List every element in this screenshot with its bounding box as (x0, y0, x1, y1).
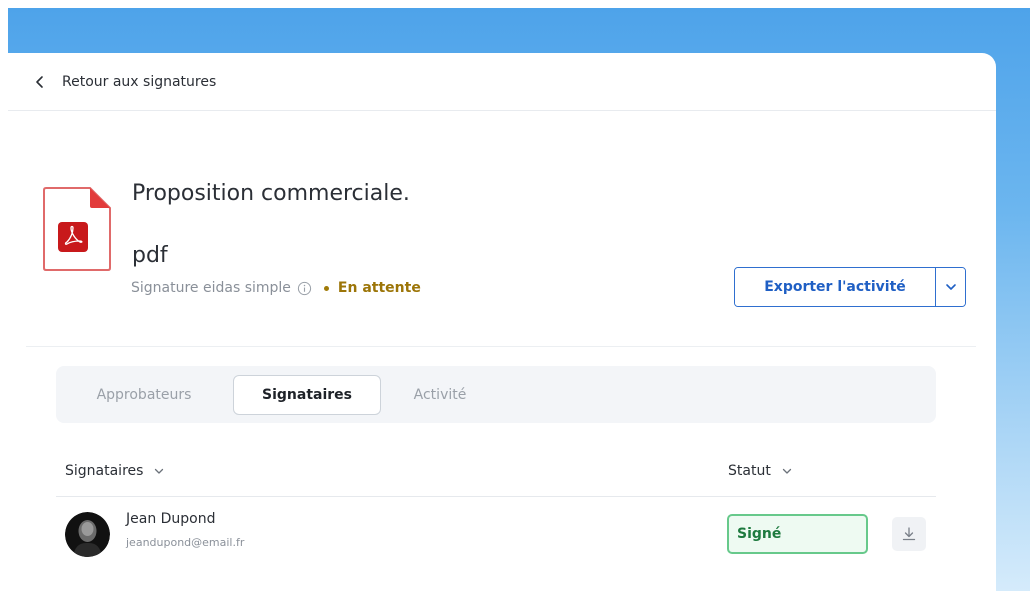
pdf-file-icon (43, 187, 111, 271)
section-divider (26, 346, 976, 347)
table-header-divider (56, 496, 936, 497)
tab-signataires[interactable]: Signataires (233, 375, 381, 415)
column-header-status[interactable]: Statut (728, 456, 793, 486)
back-label: Retour aux signatures (62, 73, 217, 90)
user-photo (65, 512, 110, 557)
document-meta: Signature eidas simple En attente (131, 276, 421, 300)
tabs-bar: Approbateurs Signataires Activité (56, 366, 936, 423)
export-activity-button[interactable]: Exporter l'activité (735, 268, 935, 306)
download-button[interactable] (892, 517, 926, 551)
column-header-status-label: Statut (728, 463, 771, 479)
status-badge: Signé (727, 514, 868, 554)
export-options-dropdown[interactable] (935, 268, 965, 306)
signer-name: Jean Dupond (126, 511, 216, 527)
chevron-left-icon (36, 75, 43, 88)
chevron-down-icon (945, 284, 956, 290)
avatar (65, 512, 110, 557)
export-activity-group: Exporter l'activité (734, 267, 966, 307)
signer-email: jeandupond@email.fr (126, 536, 245, 549)
document-status: En attente (337, 280, 421, 296)
info-icon[interactable] (297, 281, 312, 296)
tab-approbateurs[interactable]: Approbateurs (74, 375, 214, 415)
signature-detail-panel: Retour aux signatures Proposition commer… (8, 53, 996, 591)
column-header-signers[interactable]: Signataires (65, 456, 165, 486)
chevron-down-icon (782, 468, 791, 474)
tab-activite[interactable]: Activité (394, 375, 486, 415)
status-dot (323, 285, 329, 291)
back-to-signatures-link[interactable]: Retour aux signatures (8, 53, 996, 111)
chevron-down-icon (155, 468, 164, 474)
document-title: Proposition commerciale. pdf (132, 181, 410, 268)
column-header-signers-label: Signataires (65, 463, 144, 479)
signature-type: Signature eidas simple (131, 280, 291, 296)
download-icon (902, 527, 916, 541)
